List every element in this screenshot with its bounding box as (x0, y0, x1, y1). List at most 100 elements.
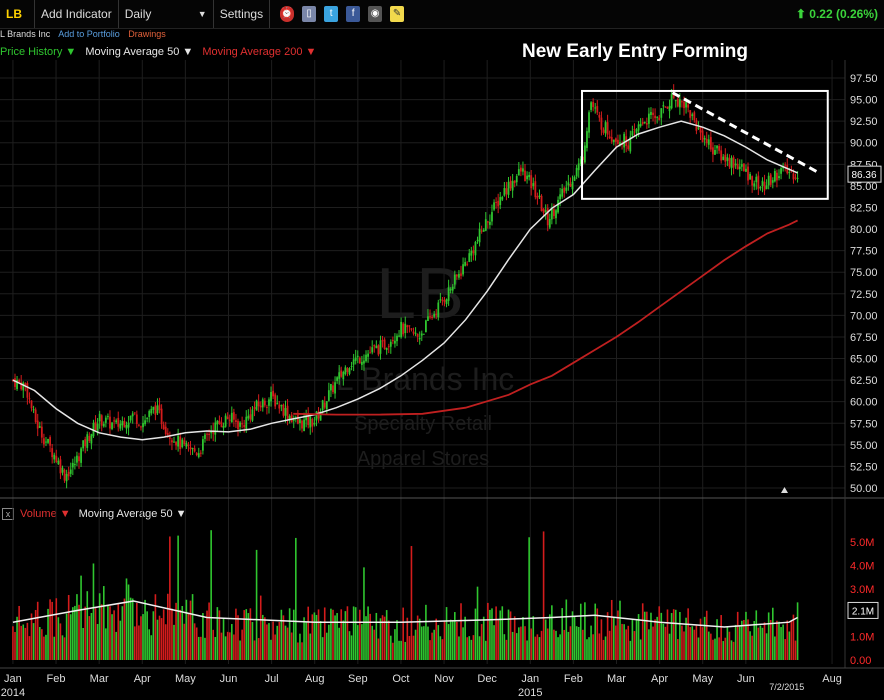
candle-body (24, 383, 27, 386)
volume-bar (404, 641, 407, 660)
volume-bar (394, 629, 396, 660)
volume-bars (12, 530, 799, 660)
volume-bar (313, 612, 316, 660)
add-to-portfolio-link[interactable]: Add to Portfolio (58, 29, 120, 39)
volume-bar (193, 623, 196, 660)
volume-bar (102, 586, 105, 660)
alarm-icon[interactable]: ⏰ (280, 6, 295, 22)
volume-ma50-legend[interactable]: Moving Average 50 ▼ (79, 508, 187, 520)
volume-bar (563, 629, 566, 660)
volume-bar (259, 595, 262, 660)
candle-body (546, 208, 549, 226)
volume-bar (181, 605, 184, 660)
volume-bar (559, 634, 561, 660)
candle-body (559, 194, 562, 200)
candle-body (588, 112, 590, 133)
candle-body (73, 464, 76, 466)
price-chart[interactable]: LB L Brands Inc Specialty Retail Apparel St… (0, 0, 884, 700)
volume-bar (264, 617, 266, 660)
candle-body (34, 409, 37, 422)
twitter-icon[interactable]: t (324, 6, 339, 22)
facebook-icon[interactable]: f (346, 6, 361, 22)
volume-bar (695, 625, 698, 660)
x-tick-label: Sep (348, 673, 368, 685)
close-panel-icon[interactable]: x (2, 508, 14, 520)
volume-bar (594, 603, 597, 660)
volume-bar (796, 602, 799, 660)
volume-bar (689, 627, 692, 660)
volume-bar (365, 616, 367, 660)
volume-bar (175, 602, 177, 660)
candle-body (670, 94, 673, 109)
volume-bar (392, 642, 394, 660)
volume-bar (660, 612, 663, 660)
candle-body (282, 404, 285, 416)
candle-body (635, 129, 638, 133)
candle-body (235, 420, 237, 423)
candle-body (637, 124, 640, 131)
volume-bar (12, 626, 14, 660)
candle-body (220, 422, 223, 428)
volume-bar (251, 621, 254, 660)
candle-body (133, 412, 136, 414)
candle-body (734, 163, 737, 166)
volume-bar (780, 627, 782, 660)
volume-bar (658, 606, 661, 660)
candle-body (751, 176, 754, 186)
candle-body (36, 420, 39, 429)
x-tick-label: Mar (607, 673, 626, 685)
volume-bar (274, 634, 276, 660)
candle-body (47, 438, 49, 443)
candle-body (431, 316, 433, 318)
volume-legend-label[interactable]: Volume ▼ (20, 508, 71, 520)
volume-bar (82, 627, 84, 660)
volume-bar (280, 609, 283, 660)
volume-bar (579, 603, 582, 660)
candle-body (538, 195, 541, 197)
candle-body (251, 409, 254, 421)
volume-bar (447, 624, 450, 660)
candle-body (714, 150, 716, 155)
drawings-link[interactable]: Drawings (128, 29, 166, 39)
candle-body (59, 459, 62, 474)
volume-bar (400, 640, 402, 660)
volume-bar (235, 608, 237, 660)
volume-bar (69, 614, 72, 660)
volume-bar (51, 601, 53, 660)
note-icon[interactable]: ✎ (390, 6, 405, 22)
candle-body (394, 340, 396, 344)
symbol-field[interactable]: LB (0, 0, 35, 28)
candle-body (447, 287, 450, 301)
volume-bar (437, 625, 440, 660)
candle-body (71, 462, 74, 468)
company-bar: L Brands Inc Add to Portfolio Drawings (0, 29, 172, 39)
volume-bar (408, 636, 411, 660)
volume-bar (138, 625, 140, 660)
volume-bar (356, 625, 359, 660)
volume-bar (765, 633, 768, 660)
candle-body (474, 241, 477, 256)
period-select[interactable]: Daily ▼ (119, 0, 214, 28)
candle-body (699, 126, 702, 133)
candle-body (294, 417, 297, 419)
volume-bar (340, 609, 343, 660)
add-indicator-button[interactable]: Add Indicator (35, 0, 119, 28)
volume-bar (480, 624, 483, 660)
candle-body (334, 382, 336, 394)
candle-body (567, 182, 570, 186)
camera-icon[interactable]: ◉ (368, 6, 383, 22)
volume-bar (43, 636, 45, 660)
annotations: New Early Entry Forming (522, 41, 829, 493)
volume-bar (350, 635, 353, 660)
volume-bar (790, 620, 793, 660)
settings-button[interactable]: Settings (214, 0, 271, 28)
mobile-icon[interactable]: ▯ (302, 6, 317, 22)
x-tick-label: Jul (265, 673, 279, 685)
ma200-legend[interactable]: Moving Average 200 ▼ (202, 46, 316, 58)
x-tick-label: Aug (822, 673, 842, 685)
volume-bar (470, 639, 473, 660)
price-history-legend[interactable]: Price History ▼ (0, 46, 76, 58)
ma50-legend[interactable]: Moving Average 50 ▼ (85, 46, 193, 58)
candle-body (685, 102, 687, 108)
candle-body (158, 404, 161, 411)
